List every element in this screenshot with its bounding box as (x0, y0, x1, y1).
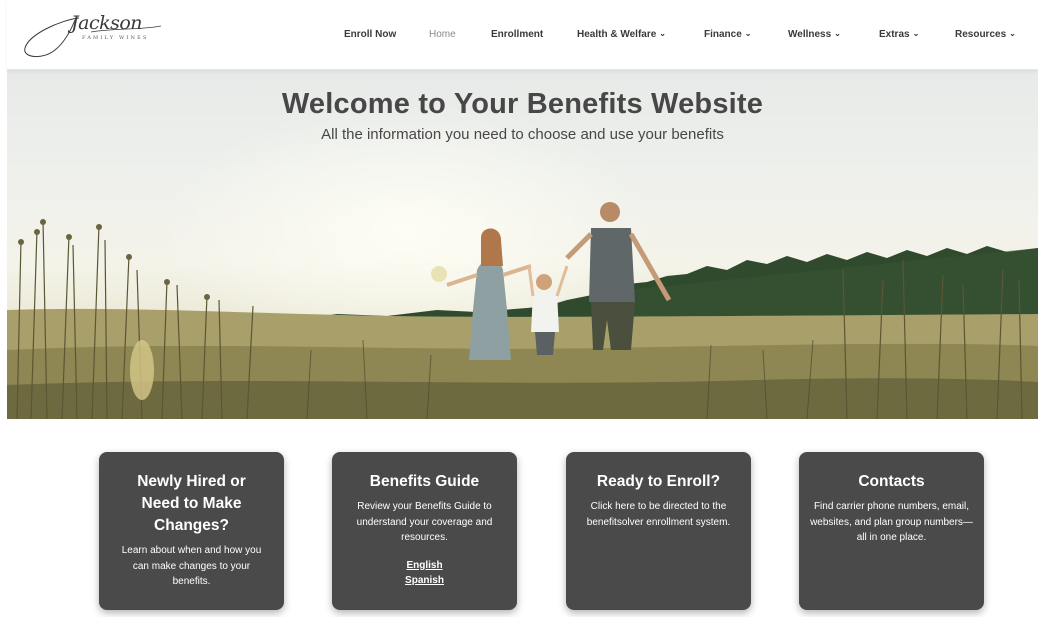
hero-title: Welcome to Your Benefits Website (281, 88, 764, 120)
card-ready-to-enroll[interactable]: Ready to Enroll? Click here to be direct… (566, 452, 751, 610)
card-benefits-guide: Benefits Guide Review your Benefits Guid… (332, 452, 517, 610)
nav-item-extras[interactable]: Extras ⌄ (879, 29, 919, 41)
nav-item-home[interactable]: Home (429, 29, 456, 41)
nav-item-label: Wellness (788, 29, 832, 40)
chevron-down-icon: ⌄ (1009, 29, 1016, 38)
card-description: Find carrier phone numbers, email, websi… (810, 501, 973, 543)
main-navigation: Enroll Now Home Enrollment Health & Welf… (7, 29, 1038, 43)
nav-item-label: Home (429, 29, 456, 40)
english-guide-link[interactable]: English (342, 558, 507, 573)
nav-item-resources[interactable]: Resources ⌄ (955, 29, 1016, 41)
chevron-down-icon: ⌄ (912, 29, 920, 38)
family-in-meadow-illustration (7, 202, 1038, 419)
hero-banner: Welcome to Your Benefits Website All the… (7, 70, 1038, 419)
nav-item-label: Health & Welfare (577, 29, 657, 40)
nav-item-enroll-now[interactable]: Enroll Now (344, 29, 396, 41)
nav-item-enrollment[interactable]: Enrollment (491, 29, 543, 41)
card-description: Learn about when and how you can make ch… (121, 545, 262, 587)
card-title: Contacts (858, 473, 925, 490)
card-contacts[interactable]: Contacts Find carrier phone numbers, ema… (799, 452, 984, 610)
nav-item-label: Resources (955, 29, 1007, 40)
card-description: Review your Benefits Guide to understand… (356, 501, 493, 543)
chevron-down-icon: ⌄ (834, 29, 841, 38)
guide-language-links: English Spanish (342, 558, 507, 588)
nav-item-wellness[interactable]: Wellness ⌄ (788, 29, 841, 41)
site-header: Jackson FAMILY WINES Enroll Now Home Enr… (7, 0, 1038, 70)
card-newly-hired[interactable]: Newly Hired or Need to Make Changes? Lea… (99, 452, 284, 610)
chevron-down-icon: ⌄ (659, 29, 666, 38)
card-title: Newly Hired or Need to Make Changes? (137, 473, 246, 534)
card-description: Click here to be directed to the benefit… (586, 501, 731, 528)
spanish-guide-link[interactable]: Spanish (342, 573, 507, 588)
chevron-down-icon: ⌄ (744, 29, 752, 38)
nav-item-health-welfare[interactable]: Health & Welfare ⌄ (577, 29, 666, 41)
nav-item-label: Extras (879, 29, 910, 40)
nav-item-label: Finance (704, 29, 742, 40)
nav-item-finance[interactable]: Finance ⌄ (704, 29, 752, 41)
card-title: Ready to Enroll? (596, 473, 721, 490)
card-title: Benefits Guide (369, 473, 480, 490)
nav-item-label: Enroll Now (344, 29, 397, 40)
hero-subtitle: All the information you need to choose a… (321, 126, 724, 143)
nav-item-label: Enrollment (491, 29, 544, 40)
